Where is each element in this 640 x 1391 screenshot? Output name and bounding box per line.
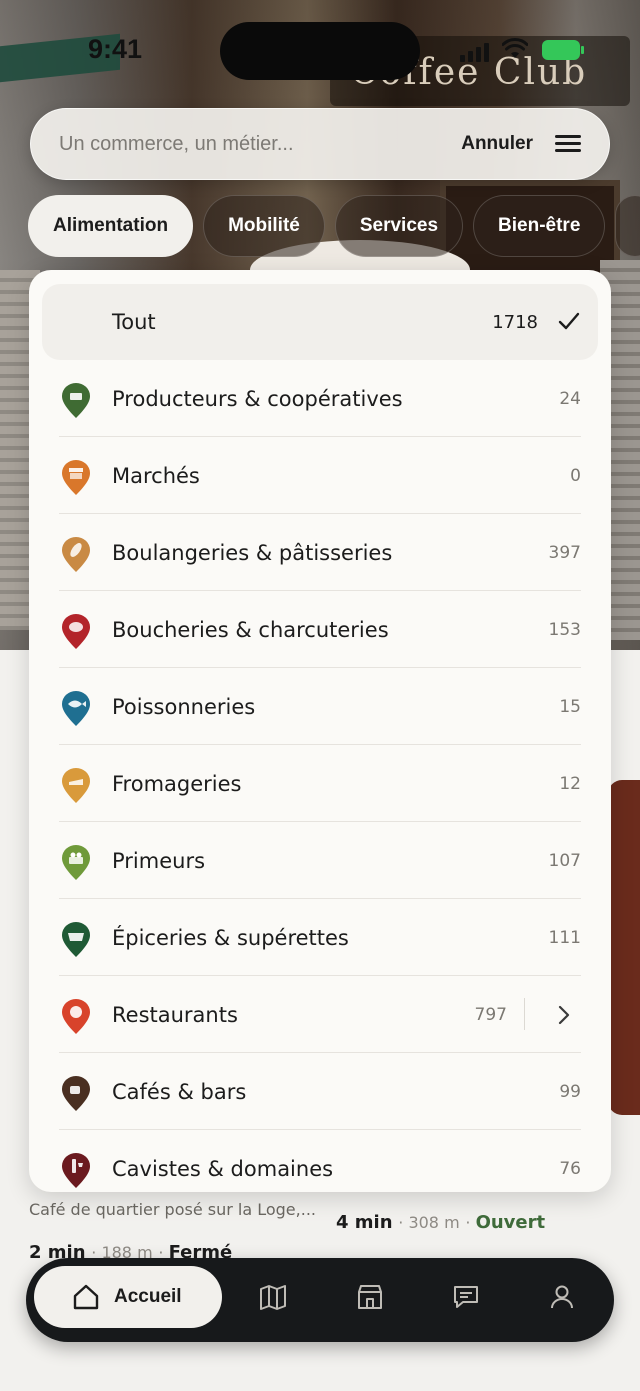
category-count: 397 bbox=[548, 542, 581, 563]
nav-home-button[interactable]: Accueil bbox=[34, 1266, 222, 1328]
category-label: Boucheries & charcuteries bbox=[112, 617, 389, 642]
category-item-epiceries[interactable]: Épiceries & supérettes 111 bbox=[29, 899, 611, 976]
battery-icon bbox=[542, 40, 584, 60]
category-count: 24 bbox=[559, 388, 581, 409]
category-count: 76 bbox=[559, 1158, 581, 1179]
wifi-icon bbox=[502, 38, 528, 58]
category-count: 111 bbox=[548, 927, 581, 948]
produce-pin-icon bbox=[62, 845, 90, 880]
cheese-pin-icon bbox=[62, 768, 90, 803]
basket-pin-icon bbox=[62, 922, 90, 957]
category-count: 0 bbox=[570, 465, 581, 486]
category-item-restaurants[interactable]: Restaurants 797 bbox=[29, 976, 611, 1053]
listing-description: Café de quartier posé sur la Loge,... bbox=[29, 1200, 316, 1219]
tab-mobilite[interactable]: Mobilité bbox=[203, 195, 325, 257]
category-item-cavistes[interactable]: Cavistes & domaines 76 bbox=[29, 1130, 611, 1192]
search-input[interactable] bbox=[59, 132, 462, 156]
producer-pin-icon bbox=[62, 383, 90, 418]
category-all-count: 1718 bbox=[492, 311, 538, 333]
category-item-producteurs[interactable]: Producteurs & coopératives 24 bbox=[29, 360, 611, 437]
dynamic-island bbox=[220, 22, 420, 80]
category-label: Poissonneries bbox=[112, 694, 256, 719]
listing-time: 4 min bbox=[336, 1212, 393, 1233]
wine-pin-icon bbox=[62, 1153, 90, 1188]
category-count: 797 bbox=[474, 1004, 507, 1025]
category-label: Primeurs bbox=[112, 848, 206, 873]
category-item-poissonneries[interactable]: Poissonneries 15 bbox=[29, 668, 611, 745]
category-label: Boulangeries & pâtisseries bbox=[112, 540, 393, 565]
category-label: Restaurants bbox=[112, 1002, 238, 1027]
bottom-nav: Accueil bbox=[26, 1258, 614, 1342]
tab-more[interactable] bbox=[615, 195, 640, 257]
category-label: Producteurs & coopératives bbox=[112, 386, 403, 411]
category-item-cafes[interactable]: Cafés & bars 99 bbox=[29, 1053, 611, 1130]
status-time: 9:41 bbox=[88, 34, 143, 64]
tab-alimentation[interactable]: Alimentation bbox=[28, 195, 194, 257]
check-icon bbox=[558, 312, 580, 330]
category-count: 99 bbox=[559, 1081, 581, 1102]
bread-pin-icon bbox=[62, 537, 90, 572]
coffee-pin-icon bbox=[62, 1076, 90, 1111]
menu-icon[interactable] bbox=[555, 134, 581, 154]
category-label: Épiceries & supérettes bbox=[112, 925, 349, 950]
category-item-boucheries[interactable]: Boucheries & charcuteries 153 bbox=[29, 591, 611, 668]
nav-home-label: Accueil bbox=[114, 1286, 182, 1307]
listing-meta-a: 4 min · 308 m · Ouvert bbox=[336, 1212, 546, 1233]
restaurant-pin-icon bbox=[62, 999, 90, 1034]
category-all-label: Tout bbox=[112, 310, 156, 334]
category-item-marches[interactable]: Marchés 0 bbox=[29, 437, 611, 514]
status-bar: 9:41 bbox=[0, 0, 640, 100]
category-label: Marchés bbox=[112, 463, 200, 488]
map-icon[interactable] bbox=[258, 1282, 288, 1312]
chevron-right-icon[interactable] bbox=[557, 1004, 571, 1026]
category-label: Cavistes & domaines bbox=[112, 1156, 334, 1181]
category-item-fromageries[interactable]: Fromageries 12 bbox=[29, 745, 611, 822]
category-item-boulangeries[interactable]: Boulangeries & pâtisseries 397 bbox=[29, 514, 611, 591]
category-dropdown: Tout 1718 Producteurs & coopératives 24 … bbox=[29, 270, 611, 1192]
category-label: Cafés & bars bbox=[112, 1079, 247, 1104]
store-icon[interactable] bbox=[355, 1282, 385, 1312]
category-item-primeurs[interactable]: Primeurs 107 bbox=[29, 822, 611, 899]
category-list: Producteurs & coopératives 24 Marchés 0 … bbox=[29, 360, 611, 1192]
cancel-button[interactable]: Annuler bbox=[461, 133, 533, 155]
category-count: 107 bbox=[548, 850, 581, 871]
category-tabs: Alimentation Mobilité Services Bien-être bbox=[28, 195, 640, 257]
profile-icon[interactable] bbox=[547, 1282, 577, 1312]
category-count: 12 bbox=[559, 773, 581, 794]
category-label: Fromageries bbox=[112, 771, 242, 796]
category-count: 153 bbox=[548, 619, 581, 640]
fish-pin-icon bbox=[62, 691, 90, 726]
home-icon bbox=[73, 1284, 99, 1310]
category-count: 15 bbox=[559, 696, 581, 717]
tab-bien-etre[interactable]: Bien-être bbox=[473, 195, 606, 257]
market-pin-icon bbox=[62, 460, 90, 495]
signal-icon bbox=[460, 40, 489, 62]
divider bbox=[524, 998, 525, 1030]
search-bar: Annuler bbox=[30, 108, 610, 180]
category-all-row[interactable]: Tout 1718 bbox=[42, 284, 598, 360]
chat-icon[interactable] bbox=[451, 1282, 481, 1312]
listing-card-image[interactable] bbox=[608, 780, 640, 1115]
listing-status-open: Ouvert bbox=[475, 1212, 546, 1233]
listing-distance: 308 m bbox=[408, 1213, 460, 1232]
tab-services[interactable]: Services bbox=[334, 195, 464, 257]
meat-pin-icon bbox=[62, 614, 90, 649]
